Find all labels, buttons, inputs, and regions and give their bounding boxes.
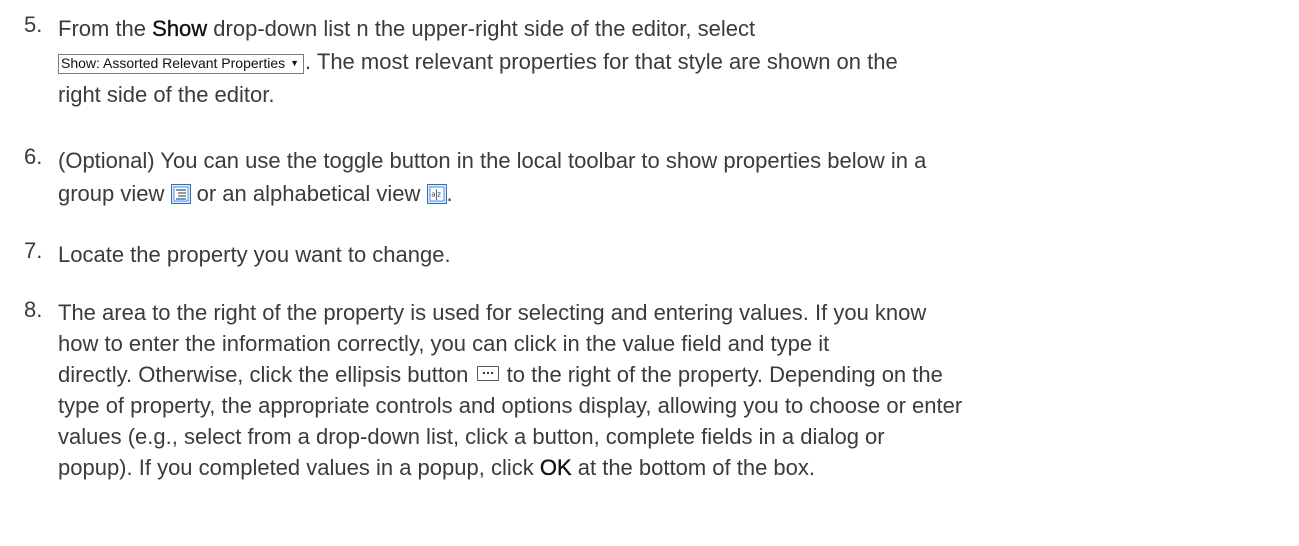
step-text: at the bottom of the box. <box>571 455 816 480</box>
ok-ui-label: OK <box>539 455 572 480</box>
dropdown-label: Show: Assorted Relevant Properties <box>61 55 286 71</box>
step-text: or an alphabetical view <box>190 181 427 206</box>
step-text: From the <box>58 16 153 41</box>
show-ui-label: Show <box>152 16 208 41</box>
show-dropdown-image: Show: Assorted Relevant Properties ▼ <box>58 54 305 74</box>
step-text: how to enter the information correctly, … <box>58 331 830 356</box>
svg-text:z: z <box>437 191 441 199</box>
step-number: 6. <box>24 144 43 169</box>
step-text: directly. Otherwise, click the ellipsis … <box>58 362 475 387</box>
step-7: 7. Locate the property you want to chang… <box>14 238 1287 271</box>
chevron-down-icon: ▼ <box>290 58 300 68</box>
step-text: Locate the property you want to change. <box>58 242 451 267</box>
step-text: right side of the editor. <box>58 82 275 107</box>
step-text: drop-down list n the upper-right side of… <box>207 16 756 41</box>
alphabetical-view-icon: a z <box>426 184 447 204</box>
step-5: 5. From the Show drop-down list n the up… <box>14 12 1287 111</box>
step-number: 8. <box>24 297 43 322</box>
instructions-document: 5. From the Show drop-down list n the up… <box>0 0 1299 546</box>
step-8: 8. The area to the right of the property… <box>14 297 1287 483</box>
step-6: 6. (Optional) You can use the toggle but… <box>14 144 1287 210</box>
step-text: (Optional) You can use the toggle button… <box>58 148 927 173</box>
step-text: values (e.g., select from a drop-down li… <box>58 424 885 449</box>
step-number: 7. <box>24 238 43 263</box>
step-text: . <box>446 181 453 206</box>
step-text: . The most relevant properties for that … <box>305 49 898 74</box>
step-text: The area to the right of the property is… <box>58 300 927 325</box>
step-text: to the right of the property. Depending … <box>500 362 943 387</box>
step-text: popup). If you completed values in a pop… <box>58 455 540 480</box>
step-text: group view <box>58 181 171 206</box>
step-number: 5. <box>24 12 43 37</box>
ellipsis-button-icon <box>476 366 499 381</box>
step-text: type of property, the appropriate contro… <box>58 393 963 418</box>
svg-text:a: a <box>431 191 435 199</box>
group-view-icon <box>170 184 191 204</box>
